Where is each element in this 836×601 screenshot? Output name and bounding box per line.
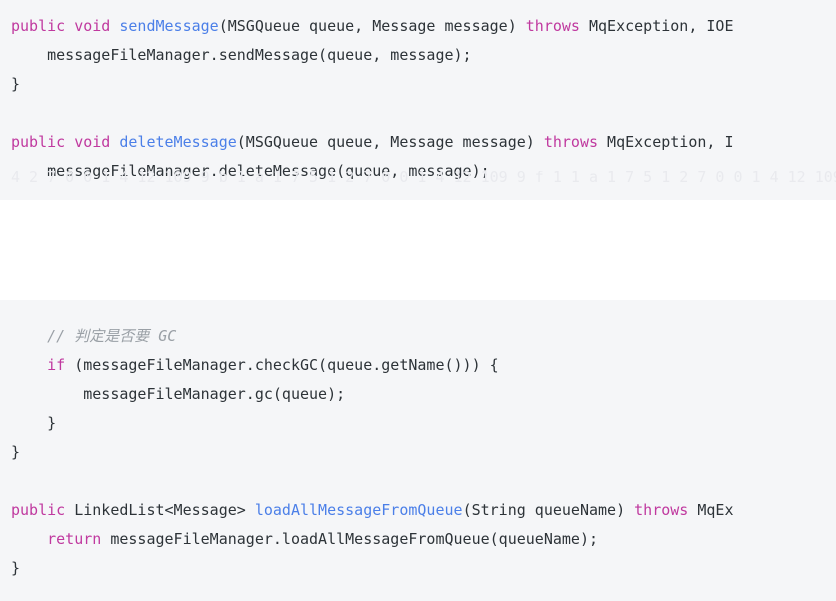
code-token: GC bbox=[149, 327, 177, 345]
clipped-text: 4 2 7 0 0 1 4 12 109 9 b 1 a 1 7 5 1 2 7… bbox=[11, 171, 836, 186]
panel-gap bbox=[0, 200, 836, 486]
line-blank-2 bbox=[0, 467, 836, 496]
code-token: 判定是否要 bbox=[74, 327, 150, 345]
code-token: public bbox=[11, 133, 66, 151]
code-token: loadAllMessageFromQueue bbox=[254, 501, 463, 519]
code-token: messageFileManager.sendMessage(queue, me… bbox=[11, 46, 472, 64]
line-blank-1 bbox=[0, 99, 836, 128]
code-token: } bbox=[11, 559, 21, 577]
code-token: MqException, IOE bbox=[579, 17, 734, 35]
line-checkgc-if: if (messageFileManager.checkGC(queue.get… bbox=[0, 351, 836, 380]
code-token: throws bbox=[634, 501, 689, 519]
code-token: LinkedList<Message> bbox=[65, 501, 255, 519]
line-gc-comment: // 判定是否要 GC bbox=[0, 322, 836, 351]
line-loadall-return: return messageFileManager.loadAllMessage… bbox=[0, 525, 836, 554]
line-gc-call: messageFileManager.gc(queue); bbox=[0, 380, 836, 409]
code-token: sendMessage bbox=[119, 17, 219, 35]
code-token: deleteMessage bbox=[119, 133, 237, 151]
code-block-bottom[interactable]: // 判定是否要 GC if (messageFileManager.check… bbox=[0, 300, 836, 601]
code-token: (messageFileManager.checkGC(queue.getNam… bbox=[65, 356, 499, 374]
line-method-close: } bbox=[0, 438, 836, 467]
code-token: throws bbox=[543, 133, 599, 151]
code-token: // bbox=[11, 327, 75, 345]
code-token: messageFileManager.gc(queue); bbox=[11, 385, 346, 403]
code-block-top[interactable]: public void sendMessage(MSGQueue queue, … bbox=[0, 0, 836, 200]
code-token: (MSGQueue queue, Message message) bbox=[218, 17, 526, 35]
code-token: throws bbox=[525, 17, 580, 35]
code-token: (MSGQueue queue, Message message) bbox=[236, 133, 544, 151]
code-token: } bbox=[11, 443, 21, 461]
code-token: (String queueName) bbox=[462, 501, 635, 519]
line-send-signature: public void sendMessage(MSGQueue queue, … bbox=[0, 12, 836, 41]
code-token: if bbox=[47, 356, 66, 374]
line-loadall-signature: public LinkedList<Message> loadAllMessag… bbox=[0, 496, 836, 525]
line-if-close: } bbox=[0, 409, 836, 438]
line-send-body: messageFileManager.sendMessage(queue, me… bbox=[0, 41, 836, 70]
code-token: public bbox=[11, 17, 66, 35]
code-token: } bbox=[11, 414, 57, 432]
code-token: } bbox=[11, 75, 21, 93]
code-token: messageFileManager.loadAllMessageFromQue… bbox=[101, 530, 599, 548]
code-token: void bbox=[74, 17, 111, 35]
clipped-text-row: 4 2 7 0 0 1 4 12 109 9 b 1 a 1 7 5 1 2 7… bbox=[0, 171, 836, 193]
code-token: return bbox=[47, 530, 102, 548]
code-token: MqEx bbox=[688, 501, 734, 519]
line-send-close: } bbox=[0, 70, 836, 99]
code-token: void bbox=[74, 133, 111, 151]
line-delete-signature: public void deleteMessage(MSGQueue queue… bbox=[0, 128, 836, 157]
code-token: MqException, I bbox=[598, 133, 734, 151]
code-token: public bbox=[11, 501, 66, 519]
code-lines-bottom: // 判定是否要 GC if (messageFileManager.check… bbox=[0, 322, 836, 583]
screenshot-root: public void sendMessage(MSGQueue queue, … bbox=[0, 0, 836, 601]
line-loadall-close: } bbox=[0, 554, 836, 583]
code-lines-top: public void sendMessage(MSGQueue queue, … bbox=[0, 12, 836, 186]
